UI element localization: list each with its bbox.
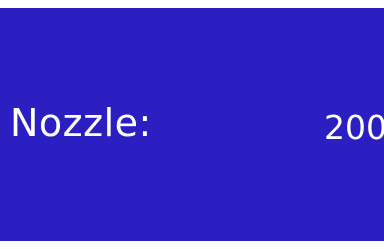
printer-display: Nozzle: 200 — [0, 0, 384, 249]
nozzle-temperature-value: 200 — [324, 108, 384, 147]
nozzle-label: Nozzle: — [10, 101, 152, 145]
